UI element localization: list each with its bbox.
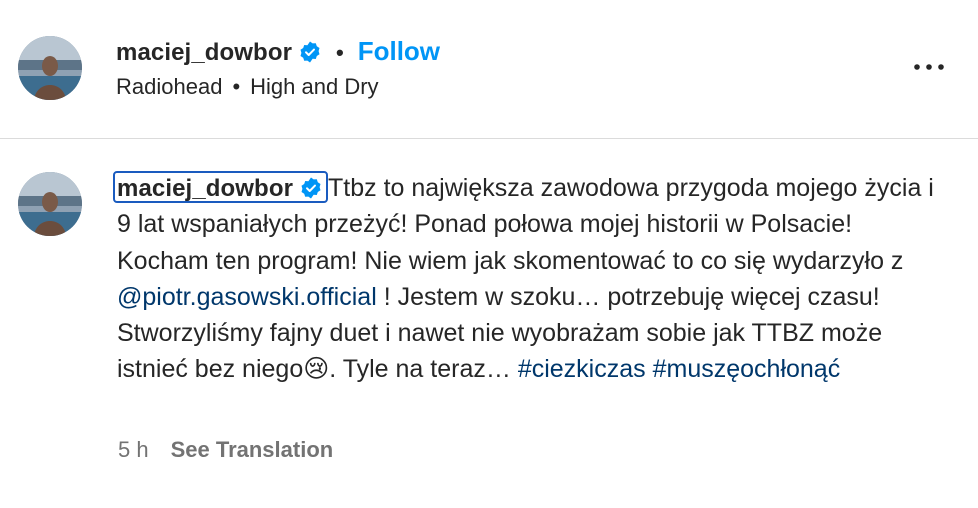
comment-meta: 5 h See Translation bbox=[118, 437, 333, 463]
comment-username-focused[interactable]: maciej_dowbor bbox=[113, 171, 329, 203]
verified-badge-icon bbox=[300, 41, 320, 63]
verified-badge-icon bbox=[301, 177, 321, 199]
comment-text: maciej_dowbor Ttbz to największa zawodow… bbox=[113, 170, 937, 388]
comment-time[interactable]: 5 h bbox=[118, 437, 149, 462]
music-title: High and Dry bbox=[250, 74, 379, 99]
post-user-line: maciej_dowbor • Follow bbox=[116, 34, 440, 68]
mention-link[interactable]: @piotr.gasowski.official bbox=[117, 283, 377, 311]
hashtag-link[interactable]: #muszęochłonąć bbox=[653, 355, 841, 383]
music-separator: • bbox=[232, 74, 241, 99]
post-username[interactable]: maciej_dowbor bbox=[116, 39, 292, 66]
comment-text-part: . Tyle na teraz… bbox=[329, 355, 518, 384]
avatar[interactable] bbox=[18, 36, 82, 100]
hashtag-link[interactable]: #ciezkiczas bbox=[518, 355, 646, 383]
avatar[interactable] bbox=[18, 172, 82, 236]
see-translation-button[interactable]: See Translation bbox=[171, 437, 334, 462]
comment-username: maciej_dowbor bbox=[117, 175, 294, 202]
separator-dot: • bbox=[336, 40, 344, 65]
music-artist: Radiohead bbox=[116, 74, 223, 99]
divider bbox=[0, 138, 978, 139]
more-options-icon[interactable] bbox=[912, 52, 946, 82]
music-info[interactable]: Radiohead • High and Dry bbox=[116, 74, 379, 100]
crying-emoji: 😢 bbox=[303, 355, 330, 384]
follow-button[interactable]: Follow bbox=[358, 36, 440, 66]
post-header: maciej_dowbor • Follow Radiohead • High and… bbox=[0, 0, 978, 139]
